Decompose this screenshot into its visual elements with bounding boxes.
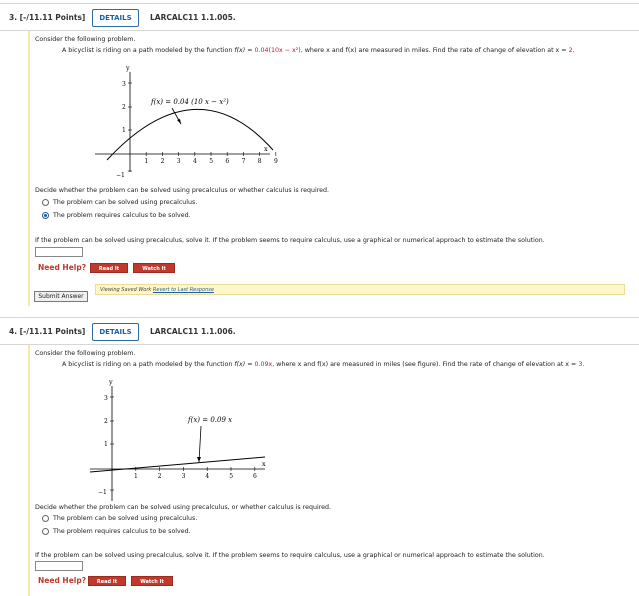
option-calculus-label: The problem requires calculus to be solv… [53,212,191,219]
question-header: 3. [-/11.11 Points] DETAILS LARCALC11 1.… [0,3,639,31]
x-tick-label: 8 [258,158,262,165]
x-tick-label: 5 [209,158,213,165]
revert-link[interactable]: Revert to Last Response [153,287,214,293]
graph-parabola: y x 3 2 1 −1 1 2 3 4 5 6 7 8 9 f(x) = 0.04 (10 x… [95,64,278,179]
option-precalculus-radio[interactable] [42,515,49,522]
parabola-curve [106,108,274,161]
x-tick-label: 1 [144,158,148,165]
watch-it-button[interactable]: Watch It [131,576,173,586]
intro-text: Consider the following problem. [35,36,136,43]
option-calculus-radio[interactable] [42,528,49,535]
question-code: LARCALC11 1.1.005. [150,13,236,22]
y-tick-3: 3 [104,395,108,402]
intro-text: Consider the following problem. [35,350,136,357]
x-tick-label: 6 [225,158,229,165]
answer-input[interactable] [35,561,83,571]
x-tick-label: 2 [161,158,165,165]
decide-text: Decide whether the problem can be solved… [35,187,330,194]
y-axis-label: y [125,64,130,72]
option-calculus-label: The problem requires calculus to be solv… [53,528,191,535]
problem-text: A bicyclist is riding on a path modeled … [62,47,575,54]
saved-work-bar: Viewing Saved Work Revert to Last Respon… [95,284,625,295]
graph-function-label: f(x) = 0.04 (10 x − x²) [150,98,229,106]
y-axis-label: y [108,378,113,386]
solve-text: If the problem can be solved using preca… [35,237,545,244]
question-header: 4. [-/11.11 Points] DETAILS LARCALC11 1.… [0,317,639,345]
question-body: Consider the following problem. A bicycl… [28,345,639,596]
x-tick-label: 7 [242,158,246,165]
x-axis-label: x [264,145,268,153]
option-calculus-radio[interactable] [42,212,49,219]
y-tick-1: 1 [122,127,126,134]
x-tick-label: 5 [229,473,233,480]
question-number: 4. [-/11.11 Points] [9,327,86,336]
problem-text: A bicyclist is riding on a path modeled … [62,361,585,368]
watch-it-button[interactable]: Watch It [133,263,175,273]
need-help-label: Need Help? [38,263,87,272]
y-tick-neg1: −1 [98,489,107,496]
y-tick-neg1: −1 [116,172,125,179]
details-button[interactable]: DETAILS [92,9,139,27]
question-number: 3. [-/11.11 Points] [9,13,86,22]
linear-function-line [89,456,266,473]
label-pointer-arrow [198,425,202,463]
details-button[interactable]: DETAILS [92,323,139,341]
y-tick-3: 3 [122,81,126,88]
x-tick-label: 9 [274,158,278,165]
y-tick-labels: 3 2 1 −1 [98,395,108,496]
x-tick-label: 2 [158,473,162,480]
need-help-label: Need Help? [38,576,87,585]
graph-linear: y x 3 2 1 −1 1 2 3 4 5 6 f(x) = 0.09 x [89,378,266,501]
submit-answer-button[interactable]: Submit Answer [34,291,88,302]
x-tick-label: 6 [253,473,257,480]
option-precalculus-label: The problem can be solved using precalcu… [53,515,198,522]
option-precalculus-label: The problem can be solved using precalcu… [53,199,198,206]
read-it-button[interactable]: Read It [90,263,128,273]
x-tick-label: 3 [182,473,186,480]
x-tick-label: 4 [193,158,197,165]
read-it-button[interactable]: Read It [88,576,126,586]
y-tick-2: 2 [122,104,126,111]
graph-function-label: f(x) = 0.09 x [187,416,232,424]
x-tick-label: 4 [205,473,209,480]
question-code: LARCALC11 1.1.006. [150,327,236,336]
solve-text: If the problem can be solved using preca… [35,552,545,559]
y-tick-labels: 3 2 1 −1 [116,81,126,179]
option-precalculus-radio[interactable] [42,199,49,206]
x-axis-label: x [262,460,266,468]
y-tick-1: 1 [104,441,108,448]
y-tick-2: 2 [104,418,108,425]
question-body: Consider the following problem. A bicycl… [28,31,639,306]
x-tick-label: 3 [177,158,181,165]
decide-text: Decide whether the problem can be solved… [35,504,332,511]
saved-work-text: Viewing Saved Work Revert to Last Respon… [100,287,214,293]
answer-input[interactable] [35,247,83,257]
x-tick-label: 1 [134,473,138,480]
